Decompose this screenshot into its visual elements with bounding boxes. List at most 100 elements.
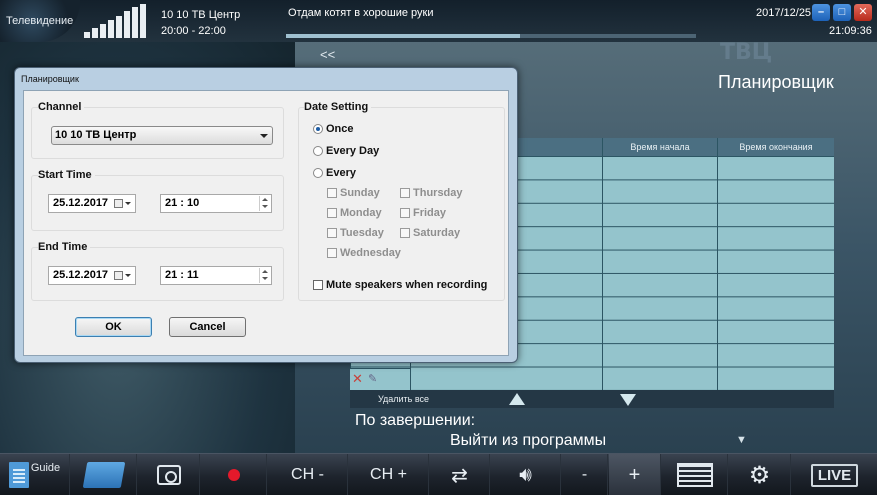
end-time-label: End Time bbox=[38, 241, 91, 253]
start-time-value: 21 : 10 bbox=[165, 197, 200, 209]
program-time: 20:00 - 22:00 bbox=[161, 25, 226, 37]
channel-select-value: 10 10 ТВ Центр bbox=[55, 129, 137, 141]
snapshot-button[interactable] bbox=[138, 454, 200, 495]
start-time-field[interactable]: 21 : 10 bbox=[160, 194, 272, 213]
radio-every[interactable] bbox=[313, 168, 323, 178]
signal-bar bbox=[100, 24, 106, 38]
delete-icon[interactable]: ✕ bbox=[352, 371, 363, 387]
move-up-icon[interactable] bbox=[509, 393, 525, 405]
app-name-badge: Телевидение bbox=[0, 0, 80, 42]
signal-bar bbox=[84, 32, 90, 38]
live-icon: LIVE bbox=[810, 463, 859, 487]
time-spinner-icon[interactable] bbox=[259, 196, 270, 211]
volume-up-button[interactable]: + bbox=[609, 454, 661, 495]
list-button[interactable] bbox=[662, 454, 728, 495]
guide-label: Guide bbox=[30, 462, 61, 474]
app-name: Телевидение bbox=[6, 15, 74, 27]
close-icon[interactable]: ✕ bbox=[854, 4, 872, 21]
checkbox-tuesday[interactable] bbox=[327, 228, 337, 238]
table-divider bbox=[602, 138, 603, 390]
swap-icon: ⇄ bbox=[451, 464, 468, 487]
record-button[interactable] bbox=[201, 454, 267, 495]
checkbox-mute[interactable] bbox=[313, 280, 323, 290]
maximize-icon[interactable]: □ bbox=[833, 4, 851, 21]
date: 2017/12/25 bbox=[756, 7, 812, 19]
table-header-end: Время окончания bbox=[718, 138, 834, 156]
end-date-value: 25.12.2017 bbox=[53, 269, 109, 281]
radio-every-label[interactable]: Every bbox=[326, 167, 356, 179]
back-button[interactable]: << bbox=[320, 47, 335, 62]
list-icon bbox=[676, 463, 713, 487]
signal-bar bbox=[140, 4, 146, 38]
speaker-icon: 🔊︎ bbox=[519, 463, 532, 486]
radio-every-day[interactable] bbox=[313, 146, 323, 156]
channel-name: 10 10 ТВ Центр bbox=[161, 9, 241, 21]
signal-bar bbox=[116, 16, 122, 38]
live-button[interactable]: LIVE bbox=[792, 454, 877, 495]
signal-bar bbox=[92, 28, 98, 38]
signal-bar bbox=[108, 20, 114, 38]
folder-icon bbox=[82, 462, 125, 488]
volume-button[interactable]: 🔊︎ bbox=[491, 454, 561, 495]
thursday-label: Thursday bbox=[413, 187, 463, 199]
delete-all-button[interactable]: Удалить все bbox=[378, 394, 429, 404]
checkbox-sunday[interactable] bbox=[327, 188, 337, 198]
on-finish-value[interactable]: Выйти из программы bbox=[450, 432, 606, 450]
end-date-field[interactable]: 25.12.2017 bbox=[48, 266, 136, 285]
wednesday-label: Wednesday bbox=[340, 247, 401, 259]
mute-label[interactable]: Mute speakers when recording bbox=[326, 279, 487, 291]
calendar-icon[interactable] bbox=[114, 199, 123, 208]
radio-every-day-label[interactable]: Every Day bbox=[326, 145, 379, 157]
gear-icon: ⚙ bbox=[748, 461, 771, 489]
program-progress-fill bbox=[286, 34, 520, 38]
checkbox-monday[interactable] bbox=[327, 208, 337, 218]
on-finish-label: По завершении: bbox=[355, 412, 476, 429]
volume-down-button[interactable]: - bbox=[562, 454, 608, 495]
chevron-down-icon bbox=[125, 274, 131, 277]
end-time-field[interactable]: 21 : 11 bbox=[160, 266, 272, 285]
swap-button[interactable]: ⇄ bbox=[430, 454, 490, 495]
channel-down-button[interactable]: CH - bbox=[268, 454, 348, 495]
program-progress[interactable] bbox=[286, 34, 696, 38]
ok-button[interactable]: OK bbox=[75, 317, 152, 337]
camera-icon bbox=[156, 465, 181, 485]
start-date-field[interactable]: 25.12.2017 bbox=[48, 194, 136, 213]
record-icon bbox=[227, 469, 240, 481]
end-time-value: 21 : 11 bbox=[165, 269, 199, 281]
top-bar: Телевидение 10 10 ТВ Центр 20:00 - 22:00… bbox=[0, 0, 877, 42]
channel-select[interactable]: 10 10 ТВ Центр bbox=[51, 126, 273, 145]
open-folder-button[interactable] bbox=[71, 454, 137, 495]
date-setting-group bbox=[298, 107, 505, 301]
tuesday-label: Tuesday bbox=[340, 227, 384, 239]
checkbox-wednesday[interactable] bbox=[327, 248, 337, 258]
friday-label: Friday bbox=[413, 207, 447, 219]
table-divider bbox=[717, 138, 718, 390]
move-down-icon[interactable] bbox=[620, 394, 636, 406]
row-actions: ✕ ✎ bbox=[350, 368, 410, 390]
guide-icon bbox=[8, 462, 29, 488]
signal-bar bbox=[124, 11, 130, 38]
cancel-button[interactable]: Cancel bbox=[169, 317, 246, 337]
table-header-start: Время начала bbox=[603, 138, 717, 156]
clock: 21:09:36 bbox=[829, 25, 872, 37]
checkbox-friday[interactable] bbox=[400, 208, 410, 218]
channel-group-label: Channel bbox=[38, 101, 85, 113]
calendar-icon[interactable] bbox=[114, 271, 123, 280]
minimize-icon[interactable]: – bbox=[812, 4, 830, 21]
settings-button[interactable]: ⚙ bbox=[729, 454, 791, 495]
checkbox-thursday[interactable] bbox=[400, 188, 410, 198]
guide-button[interactable]: Guide bbox=[0, 454, 70, 495]
scheduler-title: Планировщик bbox=[718, 72, 834, 92]
channel-up-button[interactable]: CH + bbox=[349, 454, 429, 495]
edit-icon[interactable]: ✎ bbox=[368, 372, 377, 385]
chevron-down-icon[interactable]: ▼ bbox=[736, 434, 747, 446]
radio-once-label[interactable]: Once bbox=[326, 123, 354, 135]
start-time-label: Start Time bbox=[38, 169, 95, 181]
checkbox-saturday[interactable] bbox=[400, 228, 410, 238]
signal-strength-icon bbox=[84, 4, 146, 38]
monday-label: Monday bbox=[340, 207, 382, 219]
time-spinner-icon[interactable] bbox=[259, 268, 270, 283]
radio-once[interactable] bbox=[313, 124, 323, 134]
start-date-value: 25.12.2017 bbox=[53, 197, 109, 209]
channel-logo: ТВЦ bbox=[720, 40, 773, 65]
